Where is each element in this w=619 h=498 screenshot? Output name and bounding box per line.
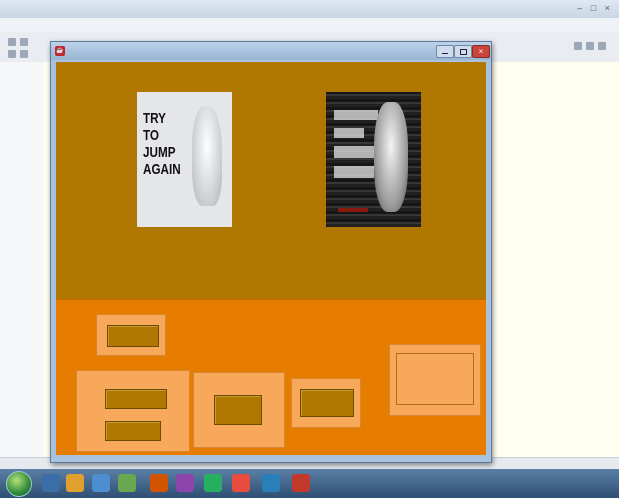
toolbar-icon[interactable] <box>598 42 606 50</box>
app-icon[interactable] <box>262 474 280 492</box>
extract-group <box>291 378 361 428</box>
toolbar-icon[interactable] <box>20 50 28 58</box>
input-image-line: AGAIN <box>143 161 181 178</box>
ide-title-bar: – □ × <box>0 0 619 19</box>
folder-icon[interactable] <box>66 474 84 492</box>
input-image-text: TRY TO JUMP AGAIN <box>143 110 181 178</box>
app-icon[interactable] <box>92 474 110 492</box>
noise-removal-button[interactable] <box>105 421 161 441</box>
minimize-button[interactable] <box>436 45 454 58</box>
toolbar-icon[interactable] <box>8 38 16 46</box>
toolbar-icon[interactable] <box>20 38 28 46</box>
toolbar-icon[interactable] <box>574 42 582 50</box>
java-task-icon[interactable] <box>232 474 250 492</box>
grayscale-button[interactable] <box>105 389 167 409</box>
start-orb-icon[interactable] <box>6 471 32 497</box>
app-icon[interactable] <box>204 474 222 492</box>
close-button[interactable]: × <box>472 45 490 58</box>
processed-text-block <box>334 166 374 178</box>
input-image: TRY TO JUMP AGAIN <box>137 92 232 227</box>
ide-menu-bar[interactable] <box>0 18 619 33</box>
taskbar <box>0 469 619 498</box>
app-icon[interactable] <box>176 474 194 492</box>
operations-panel <box>56 299 486 455</box>
input-image-line: JUMP <box>143 144 176 161</box>
input-image-line: TRY <box>143 110 166 127</box>
app-icon[interactable] <box>150 474 168 492</box>
processed-goat <box>374 102 408 212</box>
show-accuracy-button[interactable] <box>396 353 474 405</box>
input-image-line: TO <box>143 127 160 144</box>
ide-line-gutter <box>0 62 45 457</box>
result-group <box>389 344 481 416</box>
goat-picture <box>192 106 222 206</box>
ie-icon[interactable] <box>42 474 60 492</box>
ide-window-controls[interactable]: – □ × <box>577 3 613 13</box>
input-group <box>96 314 166 356</box>
processed-mark <box>338 208 368 212</box>
process-group <box>193 372 285 448</box>
image-display-panel: TRY TO JUMP AGAIN <box>56 62 486 299</box>
app-icon[interactable] <box>118 474 136 492</box>
extract-text-button[interactable] <box>300 389 354 417</box>
processed-image <box>326 92 421 227</box>
toolbar-icon[interactable] <box>8 50 16 58</box>
load-image-button[interactable] <box>107 325 159 347</box>
processed-text-block <box>334 128 364 138</box>
java-icon: ☕ <box>55 46 65 56</box>
app-window: ☕ × TRY TO JUMP AGAIN <box>50 41 492 463</box>
toolbar-icon[interactable] <box>586 42 594 50</box>
processed-text-block <box>334 110 378 120</box>
pdf-icon[interactable] <box>292 474 310 492</box>
app-titlebar[interactable]: ☕ × <box>51 42 491 60</box>
maximize-button[interactable] <box>454 45 472 58</box>
process-button[interactable] <box>214 395 262 425</box>
preprocessing-group <box>76 370 190 452</box>
